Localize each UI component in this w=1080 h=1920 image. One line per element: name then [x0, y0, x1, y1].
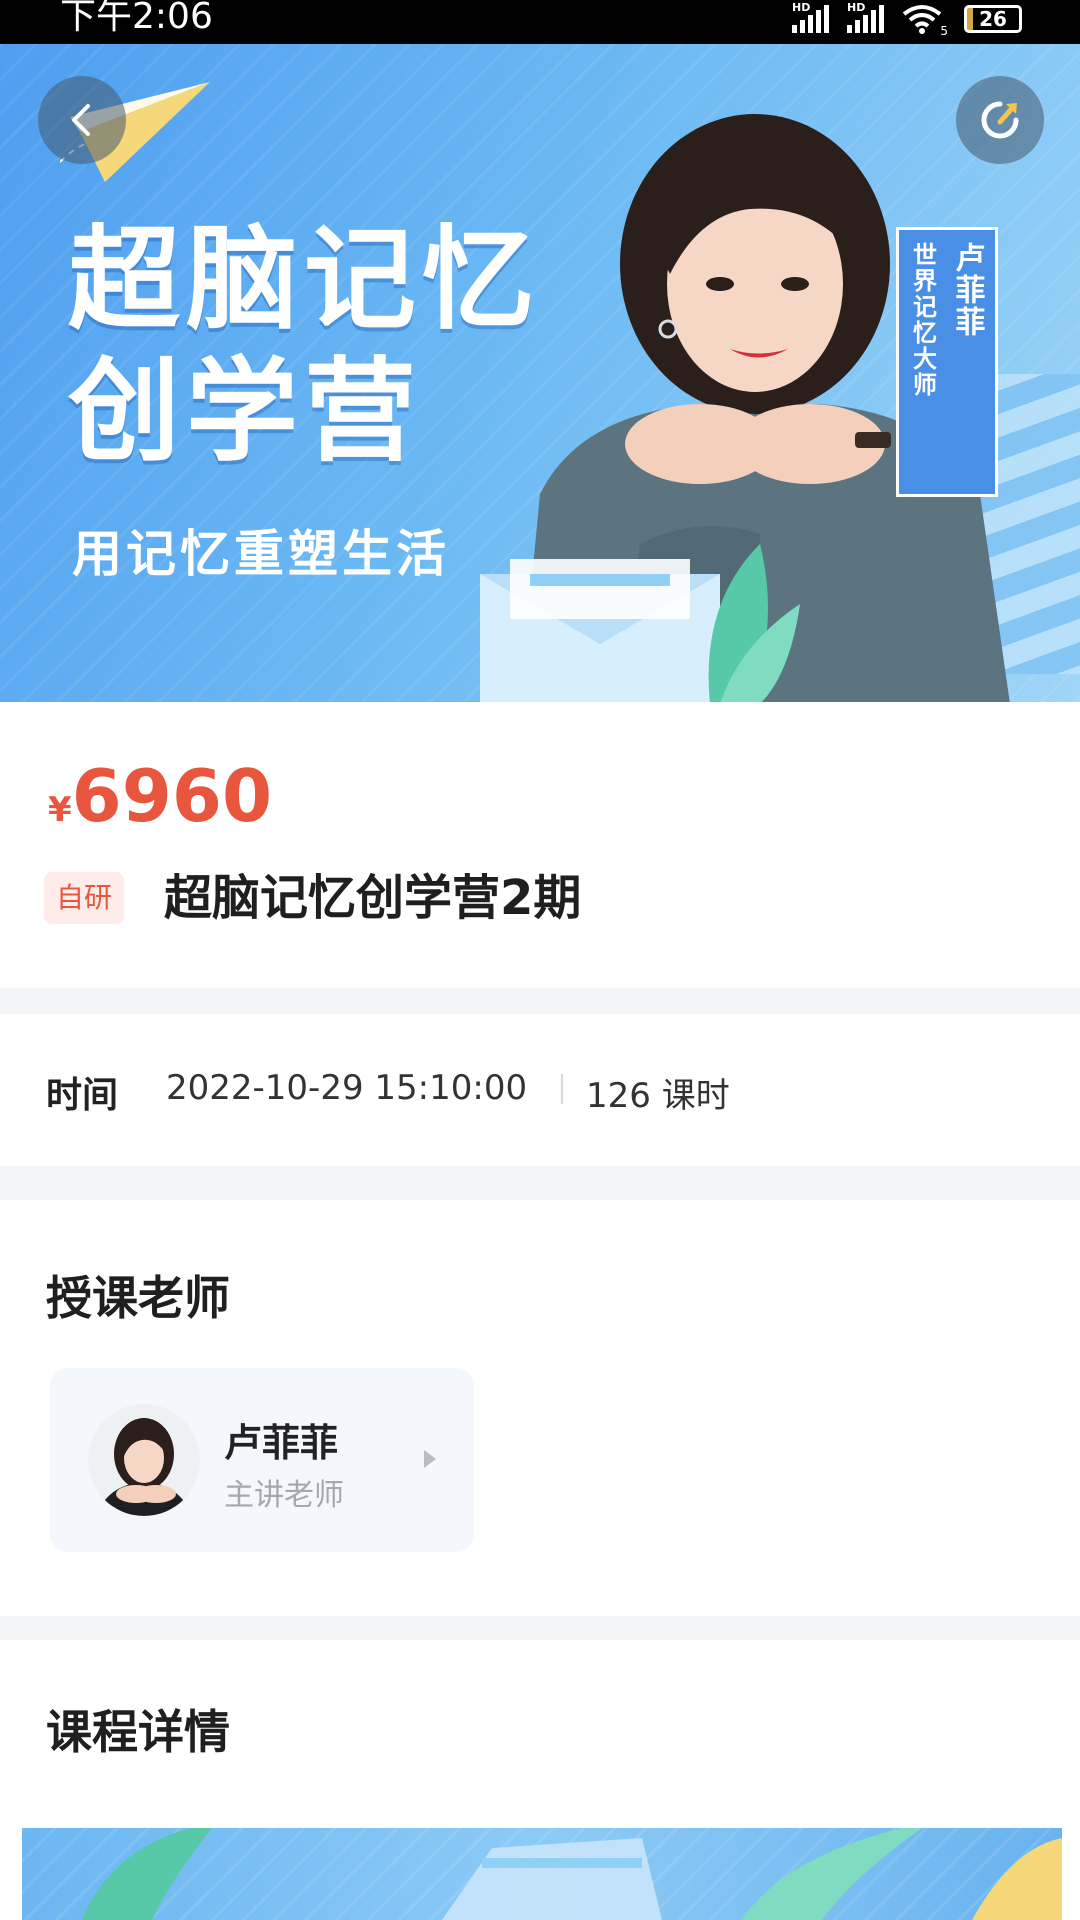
- course-price: ¥6960: [48, 754, 272, 838]
- wifi-icon: 5: [902, 4, 948, 38]
- schedule-label: 时间: [46, 1075, 119, 1116]
- hd-label-2: HD: [847, 1, 866, 14]
- price-amount: 6960: [71, 754, 273, 838]
- chevron-left-icon: [72, 104, 90, 136]
- name-tag-name: 卢菲菲: [949, 242, 985, 338]
- teacher-card[interactable]: 卢菲菲 主讲老师: [50, 1368, 474, 1552]
- cellular-signal-icon-1: HD: [792, 1, 829, 33]
- envelope-decoration: [480, 544, 800, 702]
- cellular-signal-icon-2: HD: [847, 1, 884, 33]
- teacher-role: 主讲老师: [224, 1478, 344, 1513]
- section-divider: [0, 1166, 1080, 1200]
- triangle-right-icon: [424, 1450, 436, 1468]
- back-button[interactable]: [38, 76, 126, 164]
- course-summary: ¥6960 自研 超脑记忆创学营2期: [0, 702, 1080, 988]
- status-bar: 下午2:06 HD HD 5 26: [0, 0, 1080, 44]
- banner-subtitle: 用记忆重塑生活: [72, 525, 450, 583]
- schedule-hours: 126 课时: [586, 1076, 730, 1116]
- teachers-section: 授课老师 卢菲菲 主讲老师: [0, 1200, 1080, 1616]
- currency-symbol: ¥: [48, 790, 72, 830]
- battery-icon: 26: [964, 5, 1022, 33]
- details-section-title: 课程详情: [46, 1705, 230, 1759]
- avatar: [88, 1404, 200, 1516]
- status-icons: HD HD 5 26: [792, 1, 1022, 38]
- course-details-section: 课程详情: [0, 1640, 1080, 1920]
- section-divider: [0, 1616, 1080, 1640]
- self-developed-badge: 自研: [44, 872, 125, 924]
- course-title: 超脑记忆创学营2期: [164, 870, 582, 926]
- section-divider: [0, 988, 1080, 1014]
- teacher-name: 卢菲菲: [224, 1421, 339, 1465]
- wifi-sub-label: 5: [940, 24, 948, 38]
- teacher-name-tag: 卢菲菲 世界记忆大师: [896, 227, 998, 497]
- status-time: 下午2:06: [60, 0, 213, 37]
- teachers-section-title: 授课老师: [46, 1271, 230, 1325]
- course-banner: 超脑记忆 创学营 用记忆重塑生活 卢菲菲 世界记忆大师: [0, 44, 1080, 702]
- name-tag-title: 世界记忆大师: [908, 242, 937, 398]
- battery-level: 26: [979, 7, 1007, 31]
- details-banner-image: [22, 1828, 1062, 1920]
- schedule-separator: [561, 1074, 563, 1104]
- hd-label-1: HD: [792, 1, 811, 14]
- schedule-row: 时间 2022-10-29 15:10:00 126 课时: [0, 1014, 1080, 1166]
- schedule-datetime: 2022-10-29 15:10:00: [166, 1068, 528, 1108]
